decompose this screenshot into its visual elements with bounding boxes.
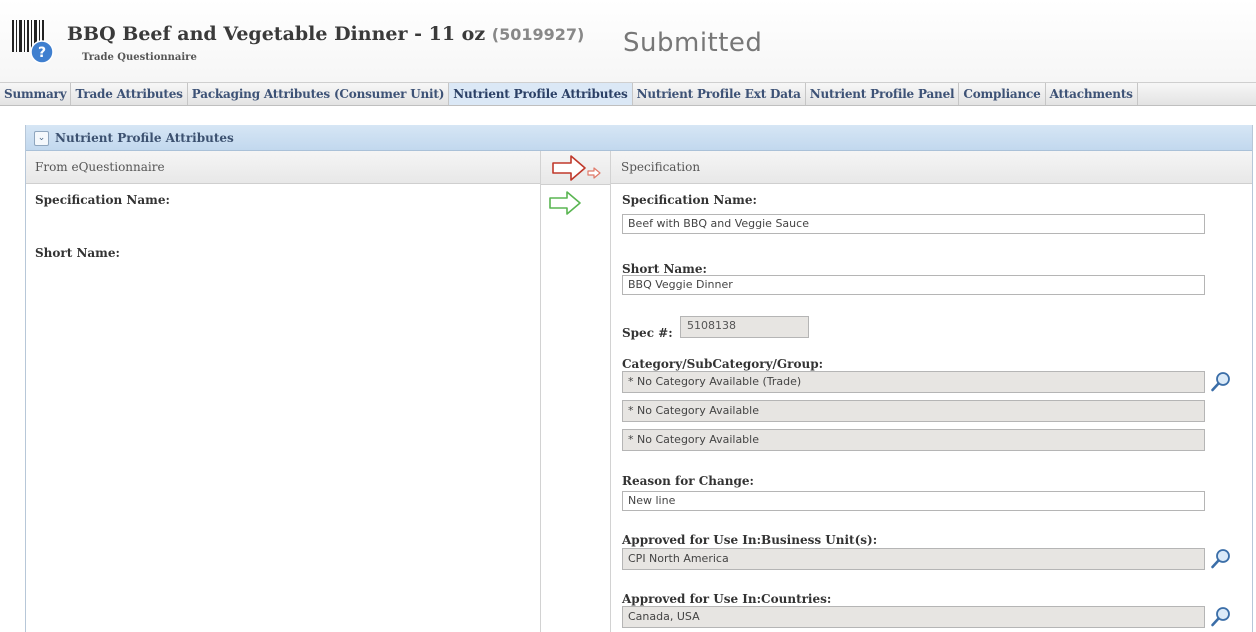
tab-nutrient-profile-panel[interactable]: Nutrient Profile Panel [806,83,960,105]
status-label: Submitted [623,28,763,58]
tab-compliance[interactable]: Compliance [959,83,1046,105]
product-name: BBQ Beef and Vegetable Dinner - 11 oz [67,23,486,45]
magnifier-icon[interactable] [1210,548,1232,570]
barcode-help-icon: ? [12,20,56,64]
countries-field: Canada, USA [622,606,1205,628]
tab-bar: Summary Trade Attributes Packaging Attri… [0,82,1256,106]
category-label: Category/SubCategory/Group: [622,357,824,371]
copy-all-arrow-icon[interactable] [544,152,608,184]
page-header: ? BBQ Beef and Vegetable Dinner - 11 oz … [0,0,1256,82]
column-header-specification: Specification [610,151,1252,184]
business-units-field: CPI North America [622,548,1205,570]
left-spec-name-label: Specification Name: [35,193,170,207]
nutrient-profile-panel: ⌄ Nutrient Profile Attributes From eQues… [25,125,1253,632]
panel-header: ⌄ Nutrient Profile Attributes [26,125,1252,151]
reason-for-change-label: Reason for Change: [622,474,754,488]
chevron-down-icon[interactable]: ⌄ [34,131,49,146]
countries-label: Approved for Use In:Countries: [622,592,832,606]
tab-trade-attributes[interactable]: Trade Attributes [71,83,188,105]
tab-attachments[interactable]: Attachments [1046,83,1138,105]
left-short-name-label: Short Name: [35,246,120,260]
business-units-label: Approved for Use In:Business Unit(s): [622,533,878,547]
category-field: * No Category Available (Trade) [622,371,1205,393]
short-name-label: Short Name: [622,262,707,276]
page-subtitle: Trade Questionnaire [82,52,197,63]
reason-for-change-input[interactable]: New line [622,491,1205,511]
subcategory-field: * No Category Available [622,400,1205,422]
panel-title: Nutrient Profile Attributes [55,131,234,145]
group-field: * No Category Available [622,429,1205,451]
spec-number-label: Spec #: [622,326,673,340]
copy-field-arrow-icon[interactable] [547,189,583,217]
page-title: BBQ Beef and Vegetable Dinner - 11 oz (5… [67,23,584,45]
tab-packaging-attributes[interactable]: Packaging Attributes (Consumer Unit) [188,83,450,105]
tab-nutrient-profile-attributes[interactable]: Nutrient Profile Attributes [449,83,633,105]
short-name-input[interactable]: BBQ Veggie Dinner [622,275,1205,295]
column-divider [540,151,541,632]
magnifier-icon[interactable] [1210,606,1232,628]
column-header-equestionnaire: From eQuestionnaire [26,151,540,184]
product-id: (5019927) [491,25,585,44]
column-divider [610,151,611,632]
tab-nutrient-profile-ext-data[interactable]: Nutrient Profile Ext Data [633,83,806,105]
spec-name-input[interactable]: Beef with BBQ and Veggie Sauce [622,214,1205,234]
tab-summary[interactable]: Summary [0,83,72,105]
spec-name-label: Specification Name: [622,193,757,207]
spec-number-field: 5108138 [680,316,809,338]
magnifier-icon[interactable] [1210,371,1232,393]
svg-text:?: ? [38,45,46,61]
